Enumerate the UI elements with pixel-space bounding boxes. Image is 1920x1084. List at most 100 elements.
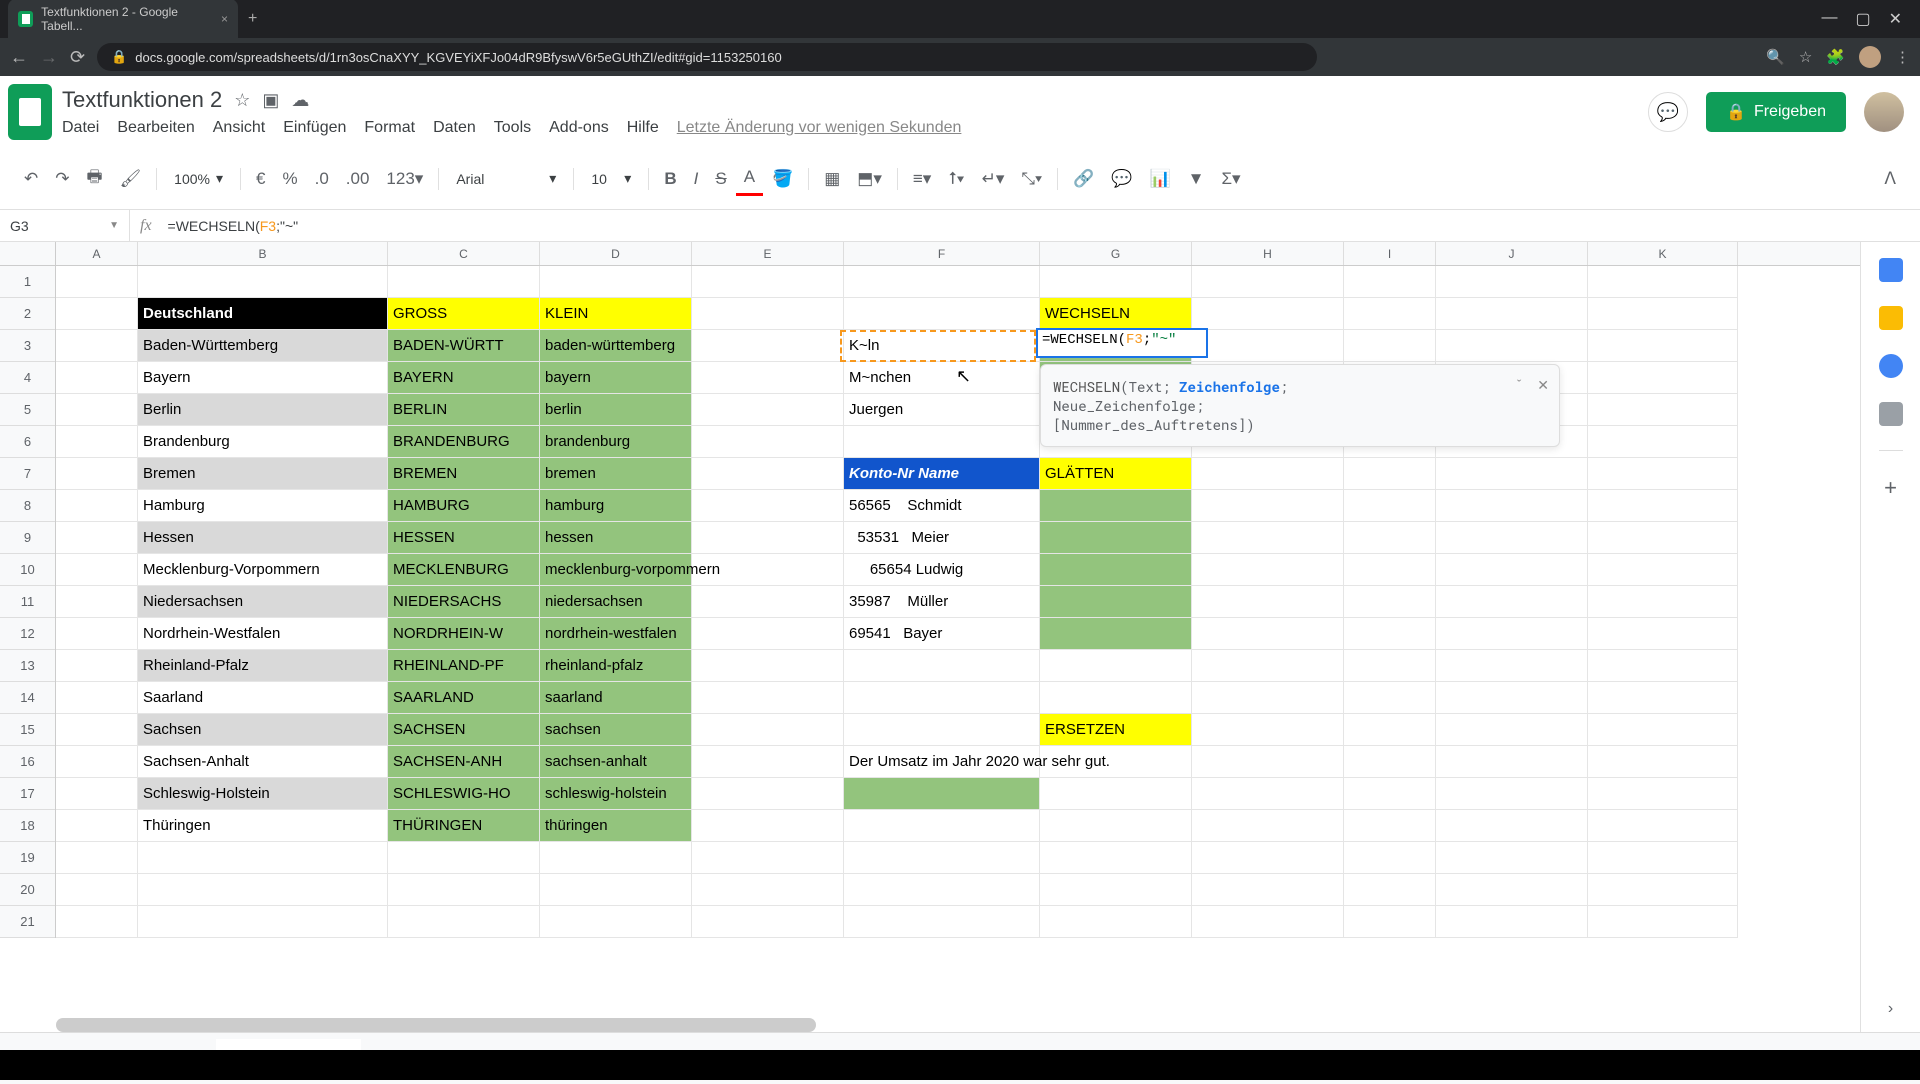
url-field[interactable]: 🔒 docs.google.com/spreadsheets/d/1rn3osC… [97,43,1317,71]
italic-icon[interactable]: I [686,163,707,195]
font-size-select[interactable]: 10▾ [581,166,641,191]
col-header[interactable]: F [844,242,1040,265]
cell[interactable] [844,778,1040,810]
document-title[interactable]: Textfunktionen 2 [62,87,222,113]
cell[interactable]: GROSS [388,298,540,330]
row-header[interactable]: 21 [0,906,55,938]
cell[interactable]: HAMBURG [388,490,540,522]
close-window-icon[interactable]: ✕ [1889,9,1902,29]
cell[interactable] [1588,586,1738,618]
cell[interactable]: hamburg [540,490,692,522]
cell[interactable]: hessen [540,522,692,554]
cell[interactable] [1192,842,1344,874]
undo-icon[interactable]: ↶ [16,163,46,195]
row-header[interactable]: 11 [0,586,55,618]
cell[interactable] [844,906,1040,938]
cell[interactable] [1588,266,1738,298]
cell[interactable] [1436,586,1588,618]
cell[interactable] [1588,650,1738,682]
cell[interactable] [692,746,844,778]
cell[interactable] [1192,618,1344,650]
cell[interactable]: Hamburg [138,490,388,522]
cell[interactable]: Nordrhein-Westfalen [138,618,388,650]
cell[interactable]: Bremen [138,458,388,490]
cell[interactable] [1040,906,1192,938]
currency-icon[interactable]: € [248,163,273,195]
col-header[interactable]: D [540,242,692,265]
halign-icon[interactable]: ≡▾ [905,163,939,195]
cell[interactable]: Juergen [844,394,1040,426]
cell[interactable]: saarland [540,682,692,714]
row-header[interactable]: 3 [0,330,55,362]
cell[interactable] [56,426,138,458]
cell[interactable] [692,330,844,362]
cell[interactable]: Der Umsatz im Jahr 2020 war sehr gut. [844,746,1040,778]
new-tab-button[interactable]: + [248,10,257,28]
cell[interactable] [56,330,138,362]
cell[interactable] [1040,554,1192,586]
name-box[interactable]: G3 ▼ [0,210,130,241]
cell[interactable]: Bayern [138,362,388,394]
cell[interactable] [1588,362,1738,394]
menu-format[interactable]: Format [364,119,415,137]
zoom-select[interactable]: 100% ▾ [164,166,233,191]
cell[interactable]: WECHSELN [1040,298,1192,330]
cell[interactable] [1192,490,1344,522]
cell[interactable] [1192,266,1344,298]
cell[interactable] [1192,554,1344,586]
col-header[interactable]: G [1040,242,1192,265]
cell[interactable] [844,714,1040,746]
cell[interactable]: Konto-Nr Name [844,458,1040,490]
cell[interactable]: mecklenburg-vorpommern [540,554,692,586]
cell[interactable]: HESSEN [388,522,540,554]
menu-ansicht[interactable]: Ansicht [213,119,265,137]
cell[interactable] [1588,842,1738,874]
cell[interactable] [1436,842,1588,874]
cell[interactable] [1192,298,1344,330]
cell[interactable] [1040,266,1192,298]
cell[interactable] [692,810,844,842]
cell[interactable] [1588,522,1738,554]
cell[interactable] [1040,650,1192,682]
font-select[interactable]: Arial▾ [446,166,566,191]
row-header[interactable]: 10 [0,554,55,586]
cell[interactable] [692,682,844,714]
paint-format-icon[interactable]: 🖌 [112,163,150,195]
cell[interactable] [138,906,388,938]
cell[interactable] [1436,554,1588,586]
cell[interactable] [56,490,138,522]
cell[interactable] [1040,682,1192,714]
cell[interactable]: M~nchen [844,362,1040,394]
cell[interactable]: schleswig-holstein [540,778,692,810]
row-header[interactable]: 17 [0,778,55,810]
cell[interactable] [1436,906,1588,938]
cell[interactable] [1588,298,1738,330]
cell[interactable]: NORDRHEIN-W [388,618,540,650]
strike-icon[interactable]: S [707,163,734,195]
cell[interactable] [1436,266,1588,298]
forward-icon[interactable]: → [40,47,58,68]
cell[interactable] [1192,650,1344,682]
row-header[interactable]: 12 [0,618,55,650]
cell[interactable] [56,458,138,490]
cell[interactable]: KLEIN [540,298,692,330]
cell[interactable] [1436,298,1588,330]
cell[interactable] [138,266,388,298]
cell[interactable] [56,298,138,330]
cell[interactable]: THÜRINGEN [388,810,540,842]
cell[interactable]: K~ln [844,330,1040,362]
cell[interactable] [56,618,138,650]
row-header[interactable]: 5 [0,394,55,426]
cell[interactable] [692,778,844,810]
row-header[interactable]: 20 [0,874,55,906]
cell[interactable] [56,682,138,714]
cell[interactable] [540,842,692,874]
tooltip-expand-icon[interactable]: ˇ [1515,375,1523,394]
cloud-status-icon[interactable]: ☁ [291,90,309,111]
row-header[interactable]: 2 [0,298,55,330]
cell[interactable]: NIEDERSACHS [388,586,540,618]
cell[interactable] [692,586,844,618]
row-header[interactable]: 15 [0,714,55,746]
tasks-icon[interactable] [1879,354,1903,378]
menu-addons[interactable]: Add-ons [549,119,609,137]
